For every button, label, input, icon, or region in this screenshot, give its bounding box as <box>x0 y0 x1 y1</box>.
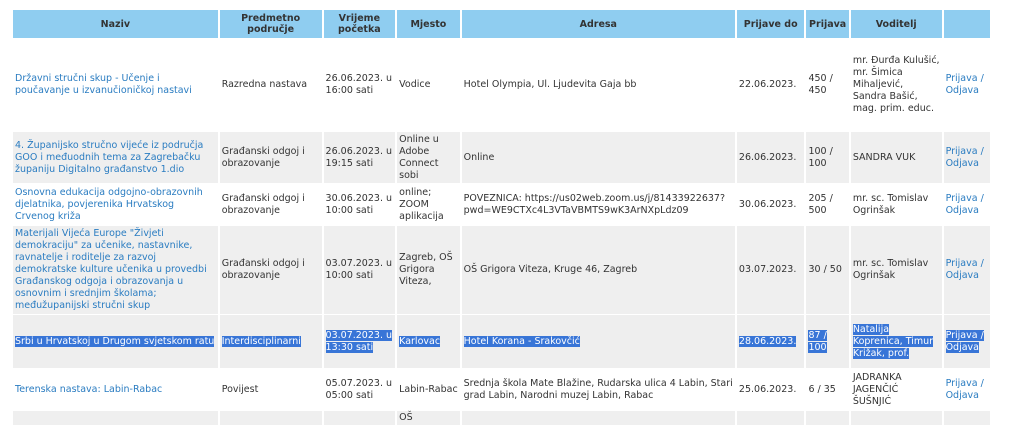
event-title-link[interactable]: Materijali Vijeća Europe "Živjeti demokr… <box>13 226 218 314</box>
location: OŠ <box>397 411 460 425</box>
address: Srednja škola Mate Blažine, Rudarska uli… <box>461 369 735 410</box>
start-time: 26.06.2023. u 16:00 sati <box>323 39 396 131</box>
register-unregister-link[interactable]: Prijava / Odjava <box>943 132 990 183</box>
col-header-mjesto[interactable]: Mjesto <box>397 10 460 38</box>
register-unregister-link[interactable]: Prijava / Odjava <box>943 315 990 368</box>
register-unregister-link[interactable]: Prijava / Odjava <box>943 184 990 225</box>
registration-deadline: 26.06.2023. <box>736 132 805 183</box>
register-unregister-link[interactable]: Prijava / Odjava <box>943 369 990 410</box>
subject-area <box>219 411 322 425</box>
col-header-naziv[interactable]: Naziv <box>13 10 218 38</box>
events-table: Naziv Predmetno područje Vrijeme početka… <box>11 9 992 426</box>
registration-count: 87 / 100 <box>806 315 849 368</box>
registration-deadline: 25.06.2023. <box>736 369 805 410</box>
location: Zagreb, OŠ Grigora Viteza, <box>397 226 460 314</box>
subject-area: Interdisciplinarni <box>219 315 322 368</box>
location: Labin-Rabac <box>397 369 460 410</box>
subject-area: Građanski odgoj i obrazovanje <box>219 132 322 183</box>
subject-area: Građanski odgoj i obrazovanje <box>219 184 322 225</box>
register-unregister-link[interactable]: Prijava / Odjava <box>943 39 990 131</box>
address: Hotel Korana - Srakovčić <box>461 315 735 368</box>
header-row: Naziv Predmetno područje Vrijeme početka… <box>13 10 990 38</box>
table-row: Terenska nastava: Labin-Rabac Povijest 0… <box>13 369 990 410</box>
event-title-link[interactable] <box>13 411 218 425</box>
registration-count: 6 / 35 <box>806 369 849 410</box>
col-header-adresa[interactable]: Adresa <box>461 10 735 38</box>
table-row-selected: Srbi u Hrvatskoj u Drugom svjetskom ratu… <box>13 315 990 368</box>
events-table-container: Naziv Predmetno područje Vrijeme početka… <box>11 9 992 426</box>
table-row: Osnovna edukacija odgojno-obrazovnih dje… <box>13 184 990 225</box>
organizer: JADRANKA JAGENČIĆ ŠUŠNJIĆ <box>850 369 942 410</box>
organizer: mr. Đurđa Kulušić, mr. Šimica Mihaljević… <box>850 39 942 131</box>
organizer: mr. sc. Tomislav Ogrinšak <box>850 184 942 225</box>
table-row: Državni stručni skup - Učenje i poučavan… <box>13 39 990 131</box>
start-time <box>323 411 396 425</box>
registration-count: 205 / 500 <box>806 184 849 225</box>
col-header-akcija <box>943 10 990 38</box>
registration-count <box>806 411 849 425</box>
col-header-prijave-do[interactable]: Prijave do <box>736 10 805 38</box>
col-header-vrijeme[interactable]: Vrijeme početka <box>323 10 396 38</box>
event-title-link[interactable]: Srbi u Hrvatskoj u Drugom svjetskom ratu <box>13 315 218 368</box>
registration-deadline: 03.07.2023. <box>736 226 805 314</box>
col-header-voditelj[interactable]: Voditelj <box>850 10 942 38</box>
register-unregister-link[interactable]: Prijava / Odjava <box>943 226 990 314</box>
start-time: 03.07.2023. u 10:00 sati <box>323 226 396 314</box>
address: Online <box>461 132 735 183</box>
registration-deadline: 22.06.2023. <box>736 39 805 131</box>
subject-area: Povijest <box>219 369 322 410</box>
table-row: Materijali Vijeća Europe "Živjeti demokr… <box>13 226 990 314</box>
address <box>461 411 735 425</box>
table-row-partial: OŠ <box>13 411 990 425</box>
subject-area: Razredna nastava <box>219 39 322 131</box>
address: Hotel Olympia, Ul. Ljudevita Gaja bb <box>461 39 735 131</box>
organizer: mr. sc. Tomislav Ogrinšak <box>850 226 942 314</box>
event-title-link[interactable]: 4. Županijsko stručno vijeće iz područja… <box>13 132 218 183</box>
organizer: SANDRA VUK <box>850 132 942 183</box>
organizer: Natalija Koprenica, Timur Križak, prof. <box>850 315 942 368</box>
start-time: 03.07.2023. u 13:30 sati <box>323 315 396 368</box>
address: OŠ Grigora Viteza, Kruge 46, Zagreb <box>461 226 735 314</box>
col-header-podrucje[interactable]: Predmetno područje <box>219 10 322 38</box>
registration-deadline <box>736 411 805 425</box>
event-title-link[interactable]: Državni stručni skup - Učenje i poučavan… <box>13 39 218 131</box>
registration-deadline: 28.06.2023. <box>736 315 805 368</box>
registration-deadline: 30.06.2023. <box>736 184 805 225</box>
event-title-link[interactable]: Terenska nastava: Labin-Rabac <box>13 369 218 410</box>
registration-count: 30 / 50 <box>806 226 849 314</box>
registration-count: 450 / 450 <box>806 39 849 131</box>
location: online; ZOOM aplikacija <box>397 184 460 225</box>
registration-count: 100 / 100 <box>806 132 849 183</box>
subject-area: Građanski odgoj i obrazovanje <box>219 226 322 314</box>
location: Online u Adobe Connect sobi <box>397 132 460 183</box>
table-row: 4. Županijsko stručno vijeće iz područja… <box>13 132 990 183</box>
col-header-prijava[interactable]: Prijava <box>806 10 849 38</box>
register-unregister-link[interactable] <box>943 411 990 425</box>
location: Karlovac <box>397 315 460 368</box>
start-time: 30.06.2023. u 10:00 sati <box>323 184 396 225</box>
event-title-link[interactable]: Osnovna edukacija odgojno-obrazovnih dje… <box>13 184 218 225</box>
start-time: 26.06.2023. u 19:15 sati <box>323 132 396 183</box>
address: POVEZNICA: https://us02web.zoom.us/j/814… <box>461 184 735 225</box>
location: Vodice <box>397 39 460 131</box>
organizer <box>850 411 942 425</box>
start-time: 05.07.2023. u 05:00 sati <box>323 369 396 410</box>
